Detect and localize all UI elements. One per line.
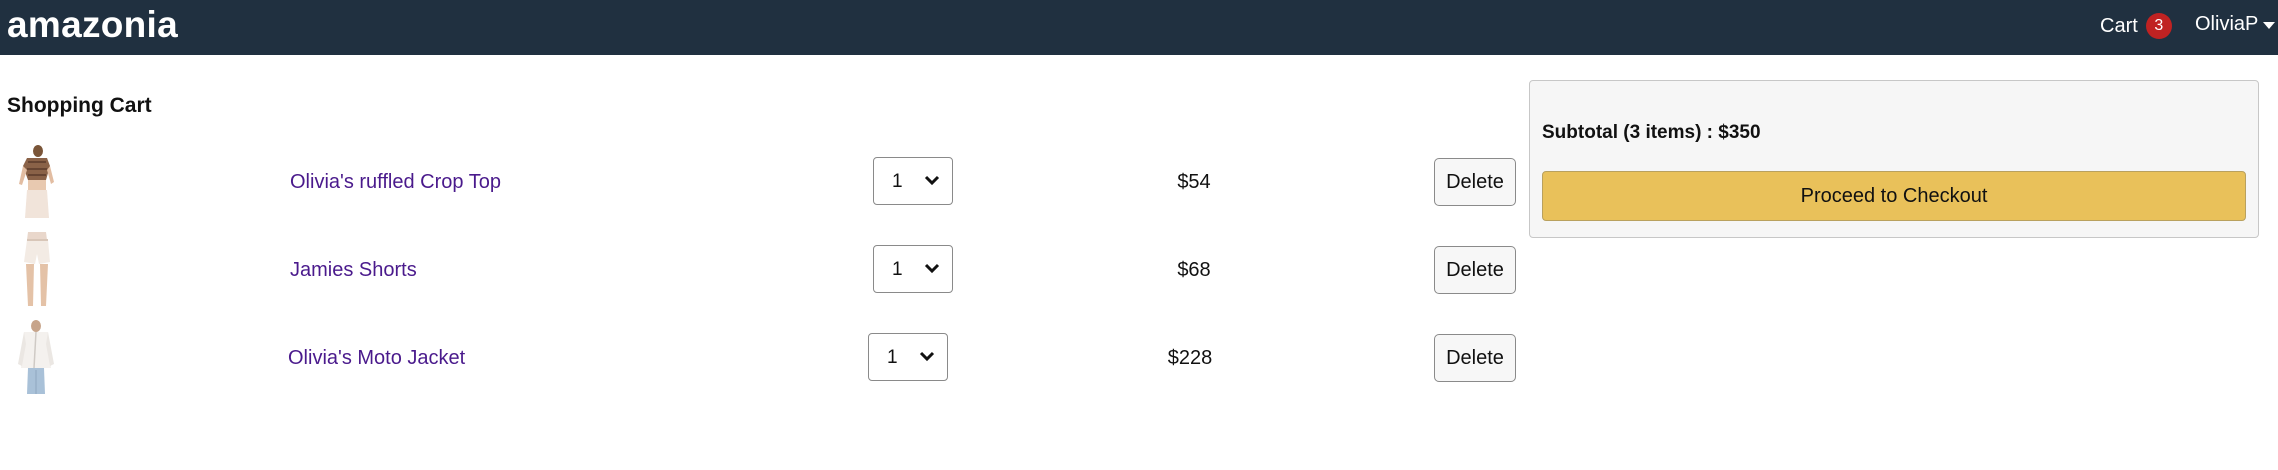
quantity-select[interactable]: 1 <box>868 333 948 381</box>
item-price: $68 <box>1177 259 1211 281</box>
quantity-value: 1 <box>892 171 903 192</box>
delete-button[interactable]: Delete <box>1434 334 1516 382</box>
cart-item-row: Olivia's Moto Jacket 1 $228 Delete <box>0 320 1520 394</box>
proceed-to-checkout-button[interactable]: Proceed to Checkout <box>1542 171 2246 221</box>
cart-link[interactable]: Cart 3 <box>2100 13 2172 39</box>
chevron-down-icon <box>924 263 940 274</box>
delete-button[interactable]: Delete <box>1434 158 1516 206</box>
item-price: $54 <box>1177 171 1211 193</box>
item-price: $228 <box>1167 347 1213 369</box>
brand-logo[interactable]: amazonia <box>7 4 178 46</box>
quantity-select[interactable]: 1 <box>873 245 953 293</box>
page-title: Shopping Cart <box>7 94 152 117</box>
shorts-photo[interactable] <box>16 232 56 306</box>
cart-item-row: Jamies Shorts 1 $68 Delete <box>0 232 1520 306</box>
product-link[interactable]: Olivia's Moto Jacket <box>288 347 465 370</box>
moto-jacket-photo[interactable] <box>16 320 56 394</box>
quantity-select[interactable]: 1 <box>873 157 953 205</box>
user-name: OliviaP <box>2195 13 2259 35</box>
chevron-down-icon <box>919 351 935 362</box>
cart-item-row: Olivia's ruffled Crop Top 1 $54 Delete <box>0 144 1520 218</box>
delete-button[interactable]: Delete <box>1434 246 1516 294</box>
chevron-down-icon <box>924 175 940 186</box>
product-link[interactable]: Jamies Shorts <box>290 259 417 282</box>
product-link[interactable]: Olivia's ruffled Crop Top <box>290 171 501 194</box>
crop-top-photo[interactable] <box>16 144 56 218</box>
caret-down-icon <box>2263 22 2276 29</box>
cart-label: Cart <box>2100 14 2138 37</box>
subtotal-text: Subtotal (3 items) : $350 <box>1542 122 1761 143</box>
top-navbar: amazonia Cart 3 OliviaP <box>0 0 2278 55</box>
quantity-value: 1 <box>892 259 903 280</box>
user-menu[interactable]: OliviaP <box>2195 13 2276 36</box>
order-summary-card: Subtotal (3 items) : $350 Proceed to Che… <box>1529 80 2259 238</box>
quantity-value: 1 <box>887 347 898 368</box>
cart-count-badge: 3 <box>2145 13 2172 39</box>
